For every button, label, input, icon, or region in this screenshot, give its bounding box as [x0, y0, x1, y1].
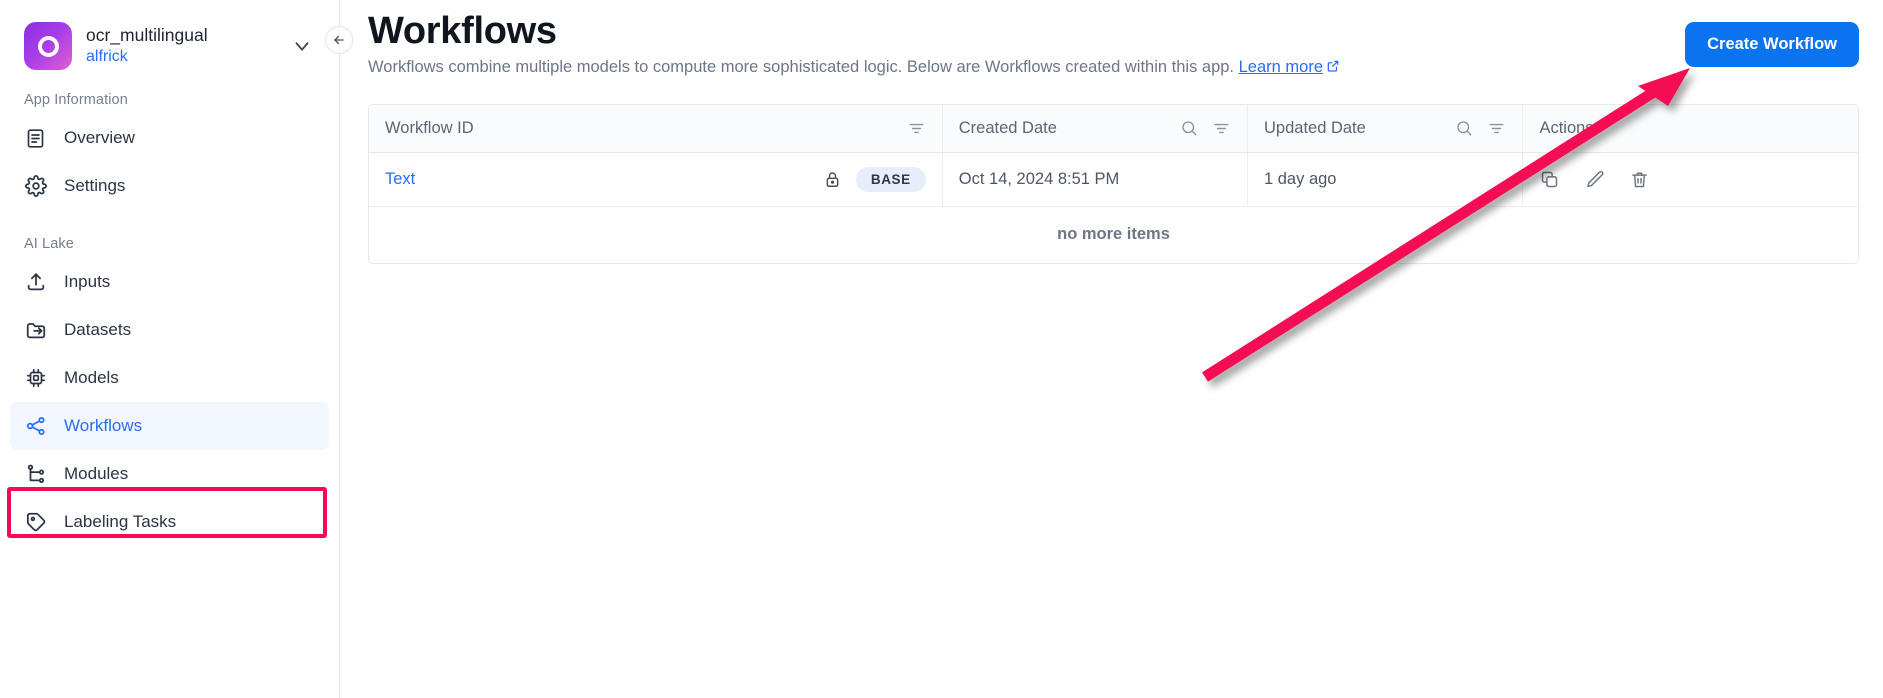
column-label: Workflow ID: [385, 118, 474, 137]
copy-icon[interactable]: [1539, 169, 1560, 190]
status-badge: BASE: [855, 167, 926, 193]
document-icon: [24, 127, 47, 150]
column-header-updated-date: Updated Date: [1247, 104, 1524, 154]
column-header-created-date: Created Date: [942, 104, 1249, 154]
search-icon[interactable]: [1455, 119, 1473, 137]
share-nodes-icon: [24, 415, 47, 438]
tag-icon: [24, 511, 47, 534]
filter-icon[interactable]: [907, 119, 926, 138]
sidebar-section-ai-lake: AI Lake: [24, 236, 74, 252]
sidebar-item-label: Workflows: [64, 416, 143, 435]
folder-icon: [24, 319, 47, 342]
column-label: Actions: [1539, 118, 1594, 137]
cell-actions: [1522, 152, 1858, 208]
app-name: ocr_multilingual: [86, 24, 208, 45]
lock-icon: [823, 170, 842, 189]
page-subtitle-text: Workflows combine multiple models to com…: [368, 57, 1235, 76]
sidebar-item-settings[interactable]: Settings: [10, 162, 329, 210]
create-workflow-button[interactable]: Create Workflow: [1685, 22, 1859, 67]
logo-ring-icon: [37, 35, 59, 57]
filter-icon[interactable]: [1487, 119, 1506, 138]
main-content: Workflows Workflows combine multiple mod…: [340, 0, 1883, 698]
app-switcher[interactable]: ocr_multilingual alfrick: [0, 0, 339, 70]
sidebar-item-label: Settings: [64, 176, 126, 195]
cell-workflow-id: Text BASE: [369, 152, 943, 208]
chevron-down-icon[interactable]: [289, 33, 315, 59]
sidebar-collapse-button[interactable]: [325, 26, 353, 54]
cell-created-date: Oct 14, 2024 8:51 PM: [942, 152, 1249, 208]
sidebar-item-label: Labeling Tasks: [64, 512, 177, 531]
sidebar-item-modules[interactable]: Modules: [10, 450, 329, 498]
sidebar-item-label: Modules: [64, 464, 129, 483]
search-icon[interactable]: [1180, 119, 1198, 137]
column-header-workflow-id: Workflow ID: [369, 104, 943, 154]
external-link-icon[interactable]: [1326, 59, 1340, 78]
sidebar-item-labeling-tasks[interactable]: Labeling Tasks: [10, 498, 329, 546]
app-root: ocr_multilingual alfrick App Information…: [0, 0, 1883, 698]
learn-more-link[interactable]: Learn more: [1239, 58, 1323, 76]
sidebar-item-datasets[interactable]: Datasets: [10, 306, 329, 354]
no-more-items-text: no more items: [1057, 225, 1170, 244]
sidebar-item-label: Overview: [64, 128, 135, 147]
gear-icon: [24, 175, 47, 198]
workflows-table: Workflow ID Created Date Updated Date Ac…: [368, 103, 1859, 264]
page-header: Workflows Workflows combine multiple mod…: [340, 0, 1883, 78]
sidebar-item-label: Datasets: [64, 320, 132, 339]
app-logo: [24, 22, 72, 70]
arrow-left-icon: [334, 35, 344, 45]
column-label: Updated Date: [1264, 118, 1366, 137]
page-subtitle: Workflows combine multiple models to com…: [368, 58, 1883, 78]
sidebar: ocr_multilingual alfrick App Information…: [0, 0, 353, 698]
sidebar-item-overview[interactable]: Overview: [10, 114, 329, 162]
learn-more-label: Learn more: [1238, 57, 1324, 76]
cell-updated-date: 1 day ago: [1247, 152, 1524, 208]
upload-icon: [24, 271, 47, 294]
app-meta: ocr_multilingual alfrick: [86, 25, 275, 68]
sidebar-item-models[interactable]: Models: [10, 354, 329, 402]
column-label: Created Date: [958, 118, 1057, 137]
app-user[interactable]: alfrick: [86, 47, 275, 67]
sidebar-item-label: Models: [64, 368, 119, 387]
column-header-actions: Actions: [1522, 104, 1858, 154]
chip-icon: [24, 367, 47, 390]
workflow-id-link[interactable]: Text: [385, 170, 415, 189]
table-row: Text BASE Oct 14, 2024 8:51 PM 1 day ago: [369, 152, 1858, 208]
filter-icon[interactable]: [1212, 119, 1231, 138]
tree-branch-icon: [24, 463, 47, 486]
table-header-row: Workflow ID Created Date Updated Date Ac…: [369, 104, 1858, 154]
sidebar-item-inputs[interactable]: Inputs: [10, 258, 329, 306]
table-footer-row: no more items: [369, 207, 1858, 263]
trash-icon[interactable]: [1629, 169, 1650, 190]
edit-pencil-icon[interactable]: [1584, 169, 1605, 190]
page-title: Workflows: [368, 10, 557, 52]
sidebar-section-app-information: App Information: [24, 92, 128, 108]
sidebar-item-workflows[interactable]: Workflows: [10, 402, 329, 450]
sidebar-item-label: Inputs: [64, 272, 111, 291]
